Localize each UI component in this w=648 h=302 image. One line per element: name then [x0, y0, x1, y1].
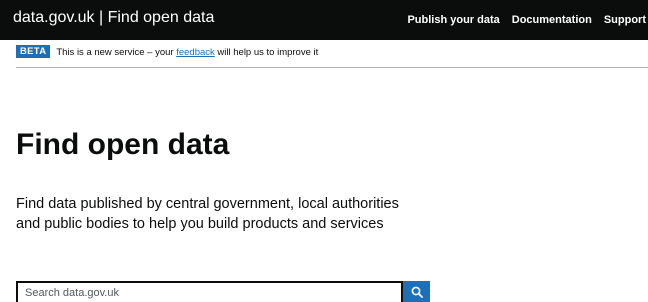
phase-banner-text: This is a new service – your feedback wi…	[56, 47, 318, 58]
nav-publish-your-data[interactable]: Publish your data	[407, 14, 499, 26]
search-input[interactable]	[16, 281, 403, 302]
phase-banner: BETA This is a new service – your feedba…	[16, 45, 648, 68]
header-nav: Publish your data Documentation Support	[407, 14, 646, 26]
search-icon	[411, 286, 423, 298]
nav-support[interactable]: Support	[604, 14, 646, 26]
feedback-link[interactable]: feedback	[176, 47, 215, 58]
site-brand-link[interactable]: data.gov.uk | Find open data	[13, 9, 214, 27]
search-button[interactable]	[403, 281, 430, 302]
lead-paragraph: Find data published by central governmen…	[16, 196, 399, 232]
phase-banner-text-after: will help us to improve it	[214, 47, 319, 58]
beta-tag: BETA	[16, 45, 51, 58]
phase-banner-text-before: This is a new service – your	[56, 47, 177, 58]
search-form	[16, 281, 430, 302]
nav-documentation[interactable]: Documentation	[512, 14, 592, 26]
site-header: data.gov.uk | Find open data Publish you…	[0, 0, 648, 40]
page-title: Find open data	[16, 128, 230, 161]
